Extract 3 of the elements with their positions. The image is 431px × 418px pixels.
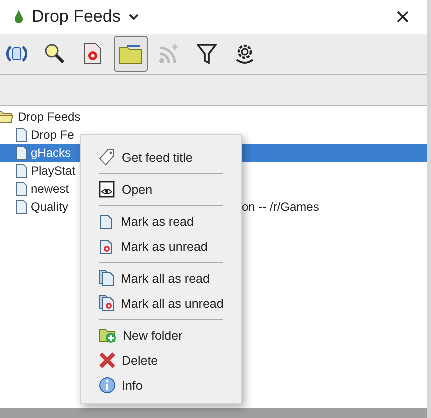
tree-item-label: on -- /r/Games: [242, 200, 320, 214]
tree-item-label: gHacks: [31, 146, 72, 160]
window-title: Drop Feeds: [32, 7, 121, 27]
